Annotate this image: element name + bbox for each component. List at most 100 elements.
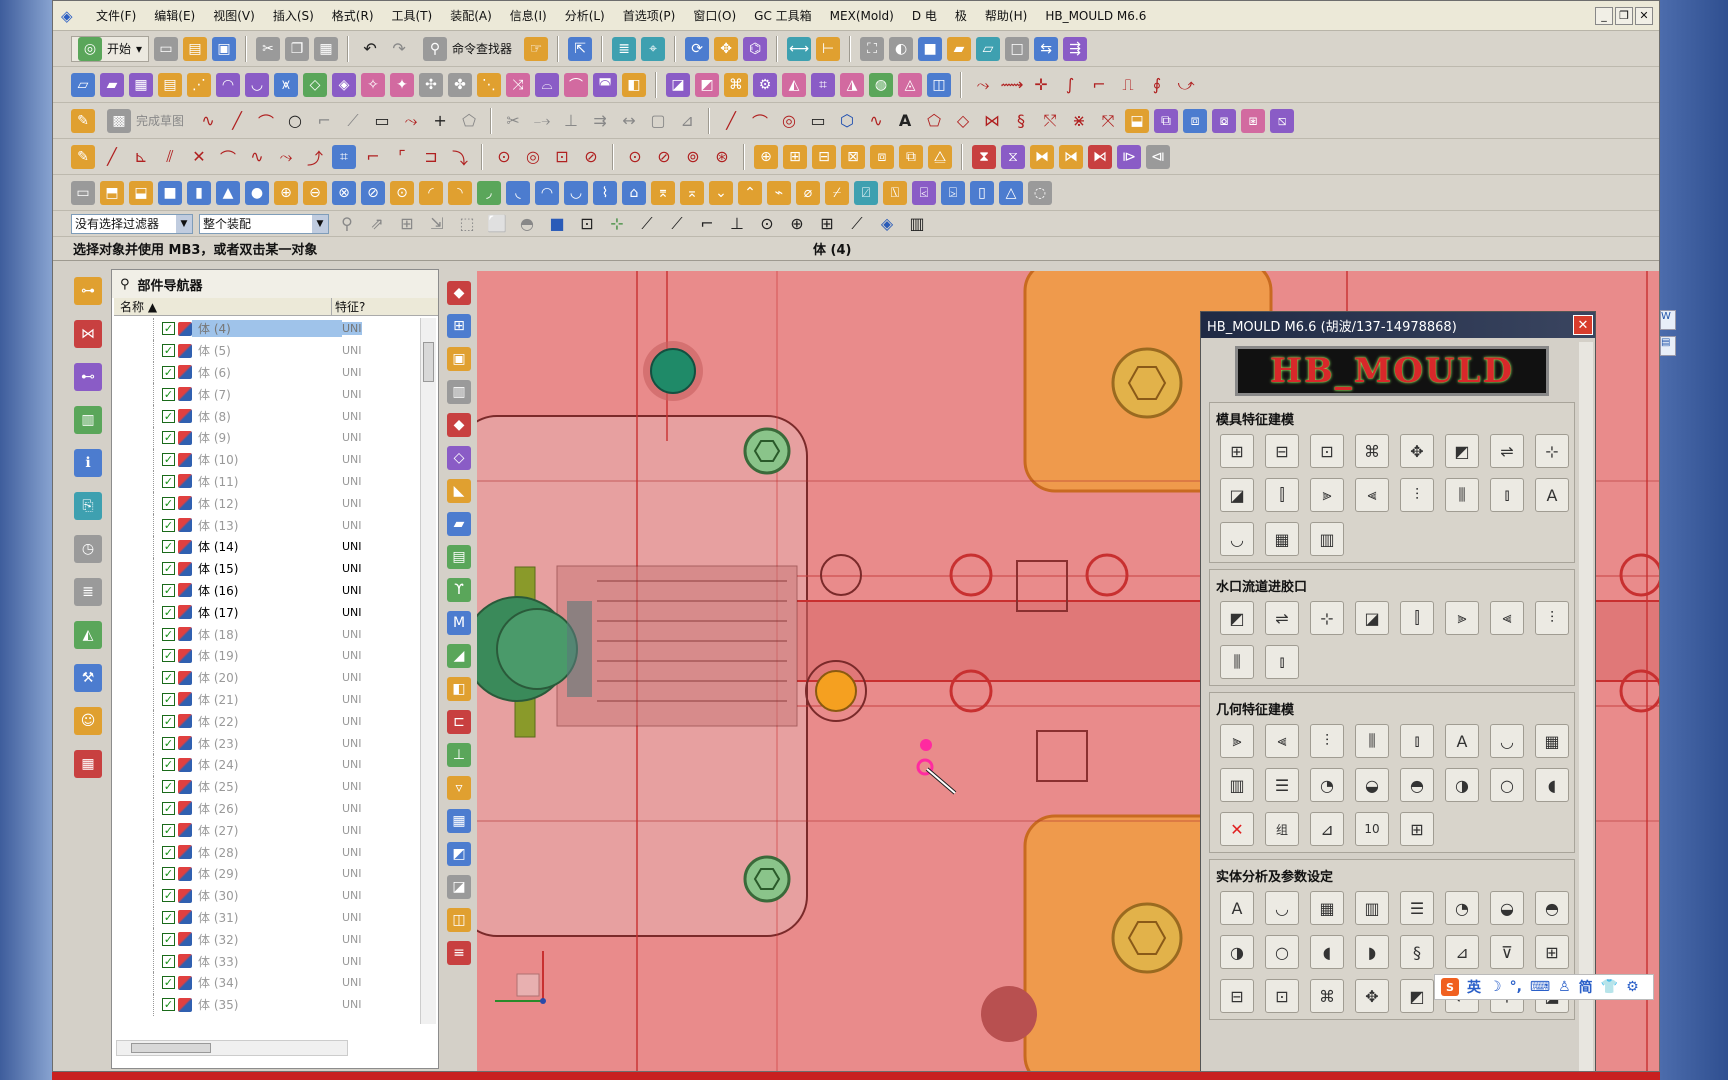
hb-tool-button[interactable]: ◑ xyxy=(1220,935,1254,969)
section-icon[interactable]: ◪ xyxy=(666,72,690,97)
spline-curve-icon[interactable]: ∿ xyxy=(245,145,269,169)
snap-bar-icon[interactable]: ▥ xyxy=(905,212,929,236)
layer-icon[interactable]: ≣ xyxy=(612,36,637,61)
tree-row[interactable]: ✓ 体 (35) UNI xyxy=(114,993,414,1016)
folder-icon[interactable]: ▰ xyxy=(947,36,972,61)
menu-help[interactable]: 帮助(H) xyxy=(976,7,1036,24)
blank-sheet-icon[interactable]: ▭ xyxy=(71,180,95,205)
visibility-checkbox[interactable]: ✓ xyxy=(162,932,175,946)
tree-row[interactable]: ✓ 体 (18) UNI xyxy=(114,623,414,645)
snap-line-icon[interactable]: ⟋ xyxy=(635,212,659,236)
circle-icon[interactable]: ○ xyxy=(283,109,307,133)
view-manager-icon[interactable]: ◫ xyxy=(447,908,471,932)
hb-tool-button[interactable]: ⊹ xyxy=(1310,601,1344,635)
hb-tool-button[interactable]: ⫸ xyxy=(1310,478,1344,512)
bridge-icon[interactable]: ⌒ xyxy=(564,72,588,97)
standard-part-icon[interactable]: ▰ xyxy=(447,512,471,536)
reuse-library-icon[interactable]: ▥ xyxy=(74,406,102,434)
menu-preferences[interactable]: 首选项(P) xyxy=(614,7,685,24)
global-shape-icon[interactable]: ◬ xyxy=(898,72,922,97)
spline-icon[interactable]: ∿ xyxy=(864,109,888,133)
bridge-curve-icon[interactable]: ∫ xyxy=(1058,73,1082,97)
pattern-face-icon[interactable]: ⍁ xyxy=(854,180,878,205)
variable-blend-icon[interactable]: ⌃ xyxy=(738,180,762,205)
hb-tool-button[interactable]: ⫸ xyxy=(1220,724,1254,758)
rectangle-plane-icon[interactable]: ▱ xyxy=(71,72,95,97)
dart-icon[interactable]: ⧋ xyxy=(928,144,952,169)
tree-row[interactable]: ✓ 体 (7) UNI xyxy=(114,383,414,406)
tree-row[interactable]: ✓ 体 (20) UNI xyxy=(114,666,414,689)
navigator-vertical-scrollbar[interactable] xyxy=(420,318,436,1024)
tree-row[interactable]: ✓ 体 (4) UNI xyxy=(114,318,414,340)
snap-endpoint-icon[interactable]: ⊡ xyxy=(575,212,599,236)
resize-face-icon[interactable]: ⍂ xyxy=(883,180,907,205)
replace-face-icon[interactable]: ⌂ xyxy=(622,180,646,205)
visibility-checkbox[interactable]: ✓ xyxy=(162,867,175,881)
tree-row[interactable]: ✓ 体 (5) UNI xyxy=(114,339,414,362)
column-name[interactable]: 名称 ▲ xyxy=(114,298,332,315)
snap-intersect-icon[interactable]: ⊥ xyxy=(725,212,749,236)
chamfer-body-icon[interactable]: ◝ xyxy=(448,180,472,205)
studio-surface-icon[interactable]: ⌘ xyxy=(724,72,748,97)
bracket-icon[interactable]: ⊐ xyxy=(419,145,443,169)
join-curve-icon[interactable]: ⧆ xyxy=(1241,108,1266,133)
shading-icon[interactable]: ◐ xyxy=(889,36,914,61)
visibility-checkbox[interactable]: ✓ xyxy=(162,540,175,554)
hb-tool-button[interactable]: 组 xyxy=(1265,812,1299,846)
fillet-curve-icon[interactable]: ⌐ xyxy=(361,145,385,169)
styled-blend-icon[interactable]: ◭ xyxy=(782,72,806,97)
menu-file[interactable]: 文件(F) xyxy=(87,7,145,24)
subinsert-icon[interactable]: M xyxy=(447,611,471,635)
dimension-icon[interactable]: ↔ xyxy=(617,109,641,133)
visibility-checkbox[interactable]: ✓ xyxy=(162,562,175,576)
hb-tool-button[interactable]: ⇌ xyxy=(1265,601,1299,635)
keyboard-icon[interactable]: ⌨ xyxy=(1530,979,1550,995)
subtract-icon[interactable]: ⊖ xyxy=(303,180,327,205)
law-extension-icon[interactable]: ⤨ xyxy=(506,72,530,97)
tree-row[interactable]: ✓ 体 (34) UNI xyxy=(114,971,414,994)
hb-tool-button[interactable]: ✥ xyxy=(1355,979,1389,1013)
tree-row[interactable]: ✓ 体 (23) UNI xyxy=(114,732,414,754)
sketch-toggle-icon[interactable]: ✎ xyxy=(71,144,95,169)
hb-tool-button[interactable]: ⫼ xyxy=(1445,478,1479,512)
tree-row[interactable]: ✓ 体 (32) UNI xyxy=(114,928,414,951)
hb-tool-button[interactable]: ◩ xyxy=(1220,601,1254,635)
tree-row[interactable]: ✓ 体 (24) UNI xyxy=(114,753,414,776)
associative-copy-icon[interactable]: ⧈ xyxy=(1183,108,1208,133)
hb-tool-button[interactable]: ◖ xyxy=(1535,768,1569,802)
constraint-icon[interactable]: ▢ xyxy=(646,109,670,133)
square-point-icon[interactable]: ⊡ xyxy=(550,145,574,169)
fit-spline-icon[interactable]: ⤳ xyxy=(274,145,298,169)
line-perp-icon[interactable]: ✕ xyxy=(187,145,211,169)
corner-curve-icon[interactable]: ⌐ xyxy=(1087,73,1111,97)
hb-tool-button[interactable]: ⫶ xyxy=(1310,724,1344,758)
move-object-icon[interactable]: ✥ xyxy=(714,36,739,61)
helix-icon[interactable]: § xyxy=(1009,109,1033,133)
flange-icon[interactable]: ⌓ xyxy=(535,72,559,97)
roles-icon[interactable]: ☺ xyxy=(74,707,102,735)
visibility-checkbox[interactable]: ✓ xyxy=(162,758,175,772)
side-widget-icon[interactable]: ▤ xyxy=(1660,336,1676,356)
hb-tool-button[interactable]: ◪ xyxy=(1220,478,1254,512)
basic-arc-icon[interactable]: ⌒ xyxy=(748,109,772,133)
thread-icon[interactable]: ⌇ xyxy=(593,180,617,205)
tree-row[interactable]: ✓ 体 (15) UNI xyxy=(114,557,414,580)
cut-icon[interactable]: ✂ xyxy=(256,36,281,61)
basic-circle-icon[interactable]: ◎ xyxy=(777,109,801,133)
cylinder-icon[interactable]: ▮ xyxy=(187,180,211,205)
hb-tool-button[interactable]: ⫼ xyxy=(1220,645,1254,679)
tree-row[interactable]: ✓ 体 (16) UNI xyxy=(114,579,414,602)
wrap-icon[interactable]: ⤲ xyxy=(1038,109,1062,133)
side-widget-icon[interactable]: W xyxy=(1660,310,1676,330)
hb-tool-button[interactable]: ◪ xyxy=(1355,601,1389,635)
visibility-checkbox[interactable]: ✓ xyxy=(162,518,175,532)
hb-tool-button[interactable]: ◡ xyxy=(1220,522,1254,556)
hb-tool-button[interactable]: A xyxy=(1220,891,1254,925)
shaded-cube-icon[interactable]: ■ xyxy=(918,36,943,61)
save-icon[interactable]: ▣ xyxy=(212,36,237,61)
touch-mode-icon[interactable]: ☞ xyxy=(524,36,549,61)
line-2pt-icon[interactable]: ⊾ xyxy=(129,145,153,169)
offset-curve-2-icon[interactable]: ⬠ xyxy=(922,109,946,133)
smooth-curve-icon[interactable]: ⧅ xyxy=(1270,108,1295,133)
menu-electrode[interactable]: D 电 xyxy=(903,7,946,24)
